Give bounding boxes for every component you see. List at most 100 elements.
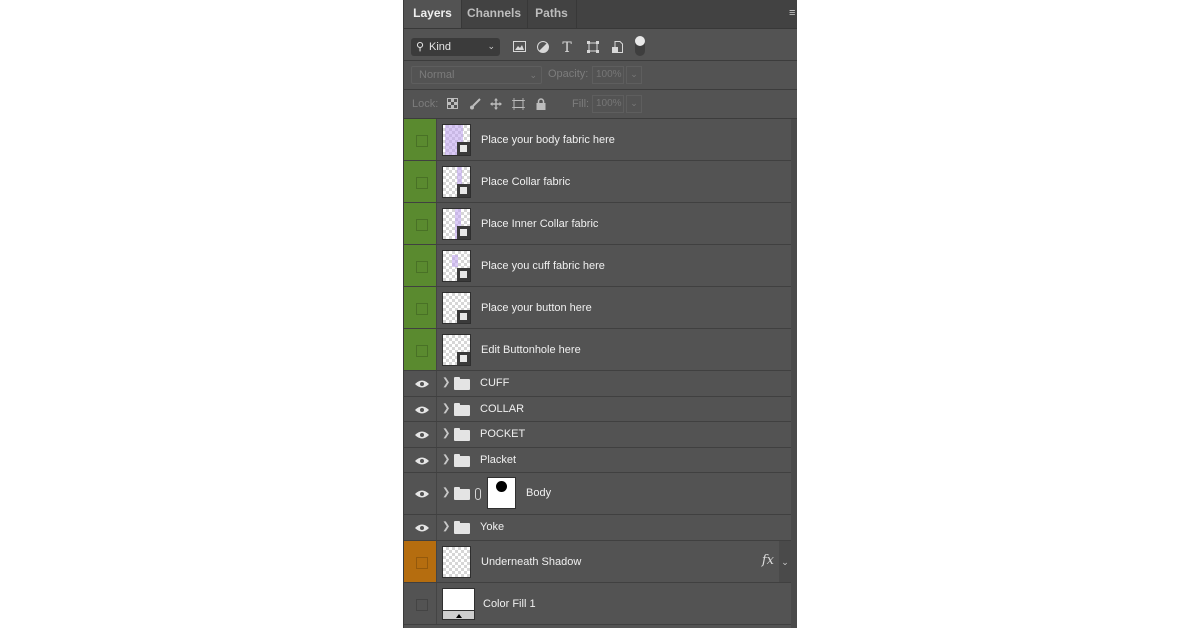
eye-icon xyxy=(415,406,429,414)
group-row[interactable]: ❯ Yoke xyxy=(404,515,791,541)
panel-menu-icon[interactable]: ≡ xyxy=(789,8,797,19)
folder-icon xyxy=(454,487,470,500)
layer-row[interactable]: Place your body fabric here xyxy=(404,119,791,161)
chevron-down-icon: ⌄ xyxy=(529,70,537,80)
group-name[interactable]: Placket xyxy=(480,454,516,466)
shape-filter-icon[interactable] xyxy=(586,41,600,55)
group-row[interactable]: ❯ CUFF xyxy=(404,371,791,397)
smart-object-icon xyxy=(457,184,470,197)
group-row[interactable]: ❯ COLLAR xyxy=(404,397,791,422)
layer-thumbnail xyxy=(442,334,471,366)
group-name[interactable]: POCKET xyxy=(480,428,525,440)
group-name[interactable]: CUFF xyxy=(480,377,509,389)
blend-row: Normal ⌄ Opacity: 100% ⌄ xyxy=(404,61,797,90)
lock-all-icon[interactable] xyxy=(535,98,547,110)
layer-name[interactable]: Edit Buttonhole here xyxy=(481,344,581,356)
eye-icon xyxy=(415,431,429,439)
visibility-toggle[interactable] xyxy=(404,448,437,472)
group-row[interactable]: ❯ POCKET xyxy=(404,422,791,448)
link-icon[interactable] xyxy=(475,488,481,500)
filter-kind-dropdown[interactable]: ⚲ Kind ⌄ xyxy=(411,38,500,56)
chevron-down-icon: ⌄ xyxy=(487,41,495,51)
visibility-toggle[interactable] xyxy=(404,287,437,328)
lock-artboard-icon[interactable] xyxy=(512,98,525,110)
opacity-chevron-icon[interactable]: ⌄ xyxy=(626,66,642,84)
fill-chevron-icon[interactable]: ⌄ xyxy=(626,95,642,113)
expand-chevron-icon[interactable]: ❯ xyxy=(442,428,450,439)
group-name[interactable]: Yoke xyxy=(480,521,504,533)
visibility-toggle[interactable] xyxy=(404,119,437,160)
layer-row[interactable]: Place Inner Collar fabric xyxy=(404,203,791,245)
expand-chevron-icon[interactable]: ❯ xyxy=(442,487,450,498)
tab-layers[interactable]: Layers xyxy=(404,0,462,28)
search-icon: ⚲ xyxy=(416,41,425,53)
layer-mask-thumbnail[interactable] xyxy=(487,477,516,509)
eye-icon xyxy=(415,380,429,388)
visibility-toggle[interactable] xyxy=(404,203,437,244)
layer-row[interactable]: Place your button here xyxy=(404,287,791,329)
expand-chevron-icon[interactable]: ❯ xyxy=(442,454,450,465)
lock-label: Lock: xyxy=(412,98,439,110)
visibility-toggle[interactable] xyxy=(404,397,437,421)
visibility-toggle[interactable] xyxy=(404,329,437,370)
visibility-toggle[interactable] xyxy=(404,422,437,447)
eye-icon xyxy=(415,457,429,465)
visibility-toggle[interactable] xyxy=(404,371,437,396)
layer-row[interactable]: Edit Buttonhole here xyxy=(404,329,791,371)
filter-kind-label: Kind xyxy=(429,41,452,53)
layer-name[interactable]: Place Inner Collar fabric xyxy=(481,218,598,230)
filter-row: ⚲ Kind ⌄ T xyxy=(404,29,797,61)
fill-label: Fill: xyxy=(572,98,590,110)
layer-thumbnail xyxy=(442,546,471,578)
image-filter-icon[interactable] xyxy=(512,41,526,55)
expand-chevron-icon[interactable]: ❯ xyxy=(442,377,450,388)
lock-transparent-pixels-icon[interactable] xyxy=(446,98,458,110)
folder-icon xyxy=(454,521,470,534)
type-filter-icon[interactable]: T xyxy=(560,41,574,55)
visibility-toggle[interactable] xyxy=(404,515,437,540)
layer-row[interactable]: Color Fill 1 xyxy=(404,583,791,625)
layer-name[interactable]: Place you cuff fabric here xyxy=(481,260,605,272)
lock-position-icon[interactable] xyxy=(490,98,502,110)
visibility-toggle[interactable] xyxy=(404,473,437,514)
visibility-toggle[interactable] xyxy=(404,161,437,202)
layer-thumbnail xyxy=(442,166,471,198)
visibility-toggle[interactable] xyxy=(404,541,437,582)
opacity-input[interactable]: 100% xyxy=(592,66,624,84)
tab-channels[interactable]: Channels xyxy=(461,0,528,28)
tab-paths[interactable]: Paths xyxy=(527,0,577,28)
eye-icon xyxy=(415,524,429,532)
filter-toggle[interactable] xyxy=(635,36,645,56)
layer-thumbnail xyxy=(442,250,471,282)
panel-tab-bar: Layers Channels Paths ≡ xyxy=(404,0,797,29)
fill-input[interactable]: 100% xyxy=(592,95,624,113)
visibility-toggle[interactable] xyxy=(404,245,437,286)
adjustment-filter-icon[interactable] xyxy=(536,41,550,55)
layer-name[interactable]: Underneath Shadow xyxy=(481,556,581,568)
smart-object-filter-icon[interactable] xyxy=(610,41,624,55)
expand-chevron-icon[interactable]: ❯ xyxy=(442,403,450,414)
layer-effects-icon[interactable]: fx xyxy=(762,553,774,568)
group-row[interactable]: ❯ Body xyxy=(404,473,791,515)
layer-name[interactable]: Place Collar fabric xyxy=(481,176,570,188)
layer-name[interactable]: Place your body fabric here xyxy=(481,134,615,146)
folder-icon xyxy=(454,403,470,416)
eye-icon xyxy=(415,490,429,498)
layer-name[interactable]: Color Fill 1 xyxy=(483,598,536,610)
group-name[interactable]: COLLAR xyxy=(480,403,524,415)
lock-image-pixels-icon[interactable] xyxy=(469,98,481,110)
layer-row[interactable]: Underneath Shadow fx ⌄ xyxy=(404,541,791,583)
visibility-toggle[interactable] xyxy=(404,583,437,624)
effects-expand-chevron-icon[interactable]: ⌄ xyxy=(779,541,791,582)
lock-row: Lock: Fill: 100% ⌄ xyxy=(404,90,797,119)
smart-object-icon xyxy=(457,352,470,365)
layer-row[interactable]: Place you cuff fabric here xyxy=(404,245,791,287)
group-name[interactable]: Body xyxy=(526,487,551,499)
layer-name[interactable]: Place your button here xyxy=(481,302,592,314)
blend-mode-dropdown[interactable]: Normal ⌄ xyxy=(411,66,542,84)
group-row[interactable]: ❯ Placket xyxy=(404,448,791,473)
fill-layer-thumbnail xyxy=(442,588,475,620)
expand-chevron-icon[interactable]: ❯ xyxy=(442,521,450,532)
layer-row[interactable]: Place Collar fabric xyxy=(404,161,791,203)
layers-scrollbar[interactable] xyxy=(791,119,797,628)
